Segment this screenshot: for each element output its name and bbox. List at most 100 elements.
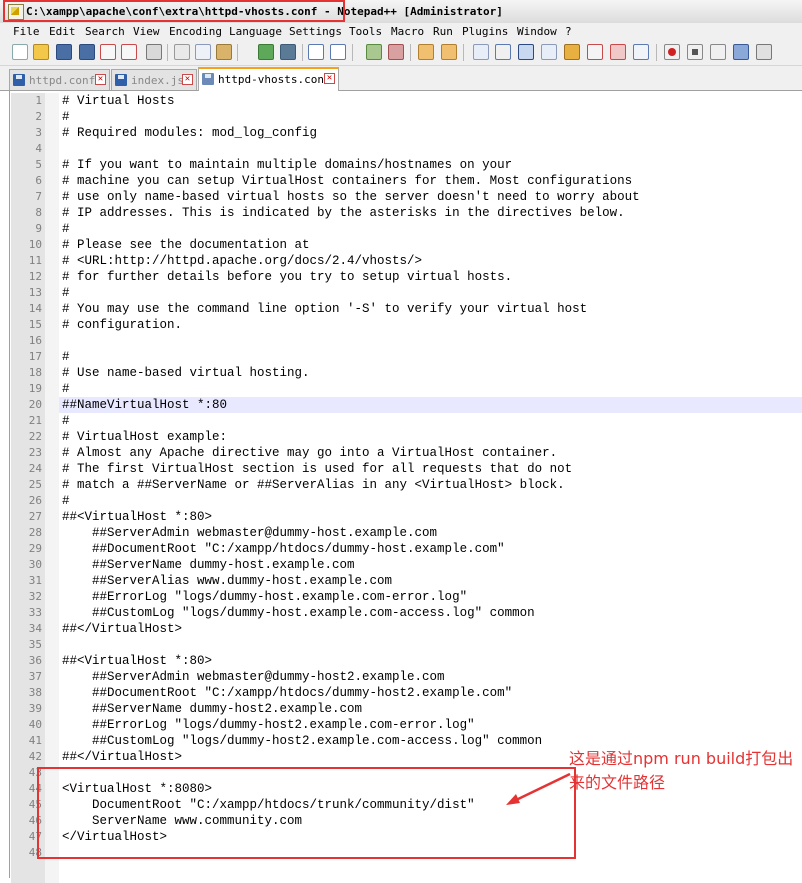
code-line[interactable]: # xyxy=(62,221,802,237)
menu-plugins[interactable]: Plugins xyxy=(462,25,508,38)
code-line[interactable]: # The first VirtualHost section is used … xyxy=(62,461,802,477)
menu-run[interactable]: Run xyxy=(433,25,453,38)
stop-record-icon[interactable] xyxy=(687,44,703,60)
save-all-icon[interactable] xyxy=(79,44,95,60)
close-tab-icon[interactable]: ✕ xyxy=(182,74,193,85)
monitoring-icon[interactable] xyxy=(633,44,649,60)
code-line[interactable]: ##</VirtualHost> xyxy=(62,621,802,637)
menu-settings[interactable]: Settings xyxy=(289,25,342,38)
indent-guide-icon[interactable] xyxy=(518,44,534,60)
code-line[interactable]: ##NameVirtualHost *:80 xyxy=(59,397,802,413)
code-line[interactable] xyxy=(62,333,802,349)
code-line[interactable]: # xyxy=(62,109,802,125)
function-list-icon[interactable] xyxy=(587,44,603,60)
code-line[interactable]: # xyxy=(62,493,802,509)
code-line[interactable]: # match a ##ServerName or ##ServerAlias … xyxy=(62,477,802,493)
close-all-icon[interactable] xyxy=(121,44,137,60)
code-area[interactable]: # Virtual Hosts # # Required modules: mod_… xyxy=(59,93,802,861)
zoom-in-icon[interactable] xyxy=(366,44,382,60)
code-line[interactable]: # configuration. xyxy=(62,317,802,333)
save-icon[interactable] xyxy=(56,44,72,60)
line-number: 29 xyxy=(28,542,42,555)
menu-encoding[interactable]: Encoding xyxy=(169,25,222,38)
code-line[interactable]: # xyxy=(62,413,802,429)
code-line[interactable]: ##ServerName dummy-host.example.com xyxy=(62,557,802,573)
annotation-note: 这是通过npm run build打包出来的文件路径 xyxy=(569,749,794,792)
show-all-chars-icon[interactable] xyxy=(495,44,511,60)
open-file-icon[interactable] xyxy=(33,44,49,60)
menu-language[interactable]: Language xyxy=(229,25,282,38)
doc-map-icon[interactable] xyxy=(564,44,580,60)
menu-window[interactable]: Window xyxy=(517,25,557,38)
copy-icon[interactable] xyxy=(195,44,211,60)
code-line[interactable]: # IP addresses. This is indicated by the… xyxy=(62,205,802,221)
paste-icon[interactable] xyxy=(216,44,232,60)
code-line[interactable]: ##<VirtualHost *:80> xyxy=(62,653,802,669)
code-line[interactable]: # machine you can setup VirtualHost cont… xyxy=(62,173,802,189)
tab-label: httpd-vhosts.conf xyxy=(218,73,331,86)
line-number: 42 xyxy=(28,750,42,763)
code-line[interactable]: # Virtual Hosts xyxy=(62,93,802,109)
menu-tools[interactable]: Tools xyxy=(349,25,382,38)
print-icon[interactable] xyxy=(146,44,162,60)
code-line[interactable]: ##ErrorLog "logs/dummy-host.example.com-… xyxy=(62,589,802,605)
code-line[interactable]: # Please see the documentation at xyxy=(62,237,802,253)
code-line[interactable]: # xyxy=(62,349,802,365)
save-macro-icon[interactable] xyxy=(756,44,772,60)
code-line[interactable] xyxy=(62,637,802,653)
undo-icon[interactable] xyxy=(258,44,274,60)
tab-index-js[interactable]: index.js ✕ xyxy=(111,69,197,90)
line-number: 28 xyxy=(28,526,42,539)
replace-icon[interactable] xyxy=(330,44,346,60)
code-line[interactable]: # You may use the command line option '-… xyxy=(62,301,802,317)
code-line[interactable]: ##<VirtualHost *:80> xyxy=(62,509,802,525)
menu-macro[interactable]: Macro xyxy=(391,25,424,38)
code-line[interactable]: # xyxy=(62,285,802,301)
code-line[interactable]: # for further details before you try to … xyxy=(62,269,802,285)
sync-horizontal-icon[interactable] xyxy=(441,44,457,60)
code-line[interactable]: # use only name-based virtual hosts so t… xyxy=(62,189,802,205)
close-icon[interactable] xyxy=(100,44,116,60)
menu-search[interactable]: Search xyxy=(85,25,125,38)
tab-httpd-conf[interactable]: httpd.conf ✕ xyxy=(9,69,110,90)
code-line[interactable]: # Use name-based virtual hosting. xyxy=(62,365,802,381)
fold-margin xyxy=(45,93,59,883)
code-line[interactable]: ##ServerAdmin webmaster@dummy-host.examp… xyxy=(62,525,802,541)
new-file-icon[interactable] xyxy=(12,44,28,60)
code-line[interactable]: ##ServerName dummy-host2.example.com xyxy=(62,701,802,717)
menu-edit[interactable]: Edit xyxy=(49,25,76,38)
code-line[interactable]: ##CustomLog "logs/dummy-host.example.com… xyxy=(62,605,802,621)
menu-view[interactable]: View xyxy=(133,25,160,38)
code-line[interactable]: ##DocumentRoot "C:/xampp/htdocs/dummy-ho… xyxy=(62,685,802,701)
code-line[interactable]: ##ServerAlias www.dummy-host.example.com xyxy=(62,573,802,589)
line-number: 1 xyxy=(35,94,42,107)
find-icon[interactable] xyxy=(308,44,324,60)
code-line[interactable]: ##ServerAdmin webmaster@dummy-host2.exam… xyxy=(62,669,802,685)
code-line[interactable]: # VirtualHost example: xyxy=(62,429,802,445)
close-tab-icon[interactable]: ✕ xyxy=(95,74,106,85)
code-line[interactable]: # Required modules: mod_log_config xyxy=(62,125,802,141)
code-line[interactable]: ##DocumentRoot "C:/xampp/htdocs/dummy-ho… xyxy=(62,541,802,557)
folder-workspace-icon[interactable] xyxy=(610,44,626,60)
code-line[interactable]: # If you want to maintain multiple domai… xyxy=(62,157,802,173)
code-line[interactable]: ##ErrorLog "logs/dummy-host2.example.com… xyxy=(62,717,802,733)
line-number: 37 xyxy=(28,670,42,683)
cut-icon[interactable] xyxy=(174,44,190,60)
code-line[interactable] xyxy=(62,141,802,157)
code-line[interactable]: # <URL:http://httpd.apache.org/docs/2.4/… xyxy=(62,253,802,269)
run-macro-multiple-icon[interactable] xyxy=(733,44,749,60)
close-tab-icon[interactable]: ✕ xyxy=(324,73,335,84)
menu-file[interactable]: File xyxy=(13,25,40,38)
menu-help[interactable]: ? xyxy=(565,25,572,38)
word-wrap-icon[interactable] xyxy=(473,44,489,60)
line-number: 11 xyxy=(28,254,42,267)
code-line[interactable]: # xyxy=(62,381,802,397)
sync-vertical-icon[interactable] xyxy=(418,44,434,60)
play-macro-icon[interactable] xyxy=(710,44,726,60)
redo-icon[interactable] xyxy=(280,44,296,60)
tab-httpd-vhosts-conf[interactable]: httpd-vhosts.conf ✕ xyxy=(198,67,339,91)
code-line[interactable]: # Almost any Apache directive may go int… xyxy=(62,445,802,461)
record-macro-icon[interactable] xyxy=(664,44,680,60)
zoom-out-icon[interactable] xyxy=(388,44,404,60)
user-language-icon[interactable] xyxy=(541,44,557,60)
